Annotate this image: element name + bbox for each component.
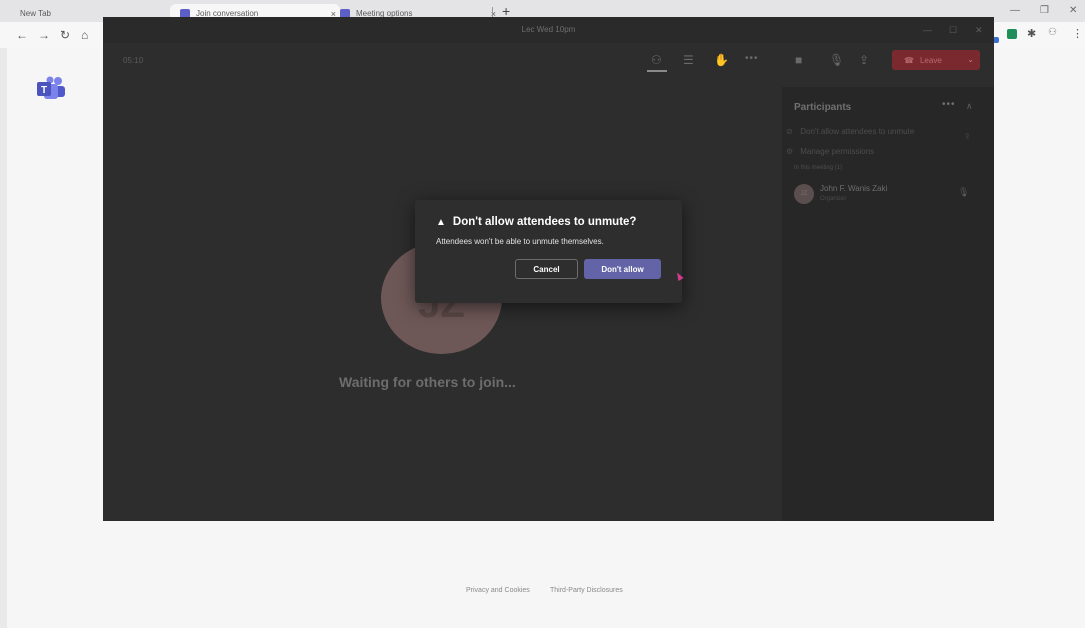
meeting-timer: 05:10 bbox=[123, 56, 144, 65]
active-tab-indicator bbox=[647, 70, 667, 72]
privacy-link[interactable]: Privacy and Cookies bbox=[466, 587, 530, 594]
meeting-title: Lec Wed 10pm bbox=[521, 25, 576, 34]
phone-icon: ☎ bbox=[904, 55, 914, 65]
cancel-button[interactable]: Cancel bbox=[515, 259, 578, 279]
microphone-off-icon: ⊘ bbox=[786, 127, 793, 136]
action-label: Don't allow attendees to unmute bbox=[800, 127, 915, 136]
svg-text:T: T bbox=[41, 85, 47, 96]
dialog-title: Don't allow attendees to unmute? bbox=[452, 216, 637, 228]
leave-label: Leave bbox=[919, 55, 942, 65]
share-screen-icon[interactable]: ⇪ bbox=[859, 53, 869, 67]
participants-icon[interactable]: ⚇ bbox=[651, 53, 662, 67]
microphone-icon[interactable]: 🎙 bbox=[958, 187, 969, 198]
menu-icon[interactable]: ⋮ bbox=[1072, 27, 1083, 40]
forward-icon[interactable]: → bbox=[38, 28, 50, 42]
restore-icon[interactable]: ❐ bbox=[1040, 5, 1049, 16]
manage-permissions-action[interactable]: ⚙ Manage permissions bbox=[786, 147, 874, 156]
microphone-icon[interactable]: 🎙 bbox=[829, 53, 844, 67]
participant-name[interactable]: John F. Wanis Zaki bbox=[820, 184, 887, 193]
action-label: Manage permissions bbox=[800, 147, 875, 156]
chevron-down-icon[interactable]: ⌄ bbox=[967, 55, 974, 64]
dont-allow-unmute-dialog: ▲ Don't allow attendees to unmute? Atten… bbox=[415, 200, 682, 303]
profile-icon[interactable]: ⚇ bbox=[1048, 27, 1057, 38]
waiting-message: Waiting for others to join... bbox=[339, 374, 516, 390]
raise-hand-icon[interactable]: ✋ bbox=[714, 53, 729, 67]
puzzle-icon[interactable]: ✱ bbox=[1027, 27, 1036, 40]
reload-icon[interactable]: ↻ bbox=[60, 28, 70, 42]
third-party-link[interactable]: Third-Party Disclosures bbox=[550, 587, 623, 594]
leave-button[interactable]: ☎ Leave ⌄ bbox=[892, 50, 980, 70]
participants-panel: Participants ••• ∧ ⊘ Don't allow attende… bbox=[782, 87, 994, 521]
participant-role: Organizer bbox=[820, 196, 847, 202]
share-icon[interactable]: ⇪ bbox=[964, 132, 971, 141]
dont-allow-button[interactable]: Don't allow bbox=[584, 259, 661, 279]
tab-label: New Tab bbox=[20, 8, 51, 18]
close-window-icon[interactable]: ✕ bbox=[1069, 5, 1077, 16]
dont-allow-unmute-action[interactable]: ⊘ Don't allow attendees to unmute bbox=[786, 127, 914, 136]
meeting-title-bar: Lec Wed 10pm — ☐ ✕ bbox=[103, 17, 994, 43]
more-options-icon[interactable]: ••• bbox=[942, 99, 956, 110]
maximize-icon[interactable]: ☐ bbox=[949, 25, 957, 36]
in-meeting-section-label: In this meeting (1) bbox=[794, 165, 843, 171]
avatar: JZ bbox=[794, 184, 814, 204]
camera-icon[interactable]: ■ bbox=[795, 53, 802, 67]
minimize-icon[interactable]: — bbox=[1010, 5, 1020, 16]
dialog-title-row: ▲ Don't allow attendees to unmute? bbox=[436, 216, 636, 228]
close-icon[interactable]: ✕ bbox=[975, 25, 983, 36]
back-icon[interactable]: ← bbox=[16, 28, 28, 42]
minimize-icon[interactable]: — bbox=[923, 25, 932, 35]
participants-title: Participants bbox=[794, 102, 852, 113]
extension-icon[interactable] bbox=[1007, 29, 1017, 39]
more-options-icon[interactable]: ••• bbox=[745, 53, 759, 64]
dialog-body: Attendees won't be able to unmute themse… bbox=[436, 237, 604, 246]
home-icon[interactable]: ⌂ bbox=[81, 28, 88, 42]
teams-logo-icon: T bbox=[37, 76, 65, 99]
settings-icon: ⚙ bbox=[786, 147, 794, 156]
chat-icon[interactable]: ☰ bbox=[683, 53, 694, 67]
close-panel-icon[interactable]: ∧ bbox=[966, 101, 973, 112]
warning-icon: ▲ bbox=[436, 216, 446, 228]
